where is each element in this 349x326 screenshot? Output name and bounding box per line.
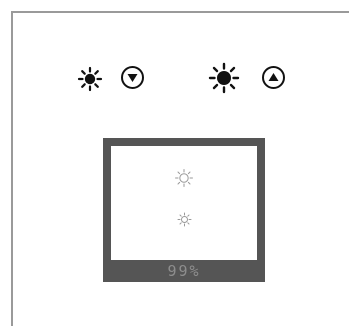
brightness-preview-area [111,146,257,260]
brightness-level-bar: 99% [103,260,265,282]
brightness-down-button[interactable] [121,66,144,89]
brightness-high-icon [208,62,240,98]
brightness-level-text: 99% [167,261,201,280]
brightness-outline-high-icon [174,168,194,192]
triangle-up-icon [268,73,279,81]
triangle-down-icon [127,74,138,82]
brightness-outline-low-icon [177,212,192,231]
brightness-preview-panel: 99% [103,138,265,282]
brightness-up-button[interactable] [262,66,285,89]
brightness-low-icon [77,66,103,96]
